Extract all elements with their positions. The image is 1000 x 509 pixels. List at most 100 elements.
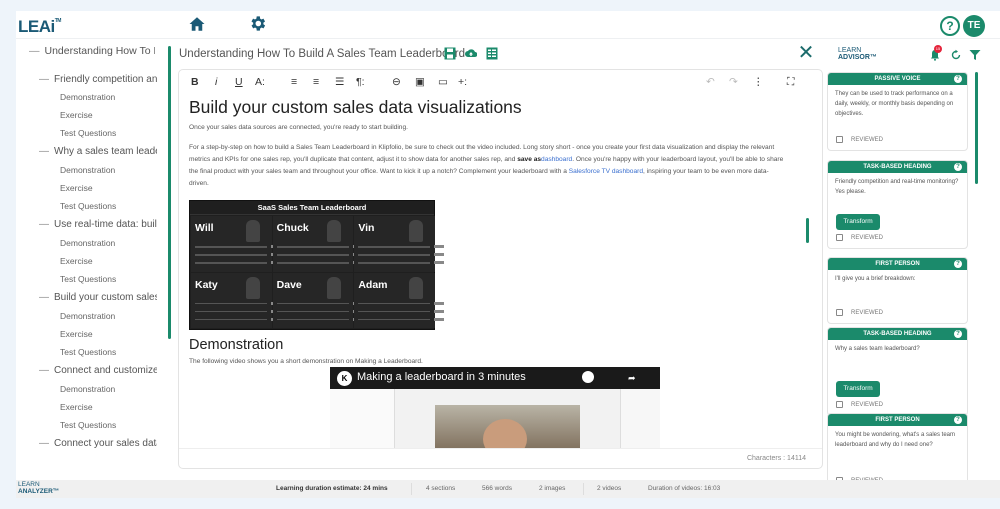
- italic-button[interactable]: i: [215, 74, 217, 90]
- help-icon[interactable]: ?: [954, 330, 962, 338]
- outline-subitem[interactable]: Exercise: [60, 329, 160, 339]
- collapse-icon[interactable]: —: [39, 292, 49, 303]
- document-report-icon[interactable]: [486, 47, 498, 60]
- outline-item[interactable]: — Use real-time data: build: [39, 219, 157, 230]
- video-title[interactable]: Making a leaderboard in 3 minutes: [357, 371, 526, 383]
- reviewed-checkbox[interactable]: REVIEWED: [836, 234, 883, 241]
- outline-item[interactable]: — Friendly competition and real-time moni…: [39, 74, 157, 85]
- outline-subitem[interactable]: Exercise: [60, 110, 160, 120]
- video-title-bar: K Making a leaderboard in 3 minutes ➦: [330, 367, 660, 389]
- gear-icon[interactable]: [248, 14, 267, 33]
- font-size-button[interactable]: A:: [255, 74, 265, 90]
- outline-subitem[interactable]: Demonstration: [60, 238, 160, 248]
- leaderboard-image[interactable]: SaaS Sales Team Leaderboard Will Chuck Vin…: [189, 200, 445, 330]
- link-button[interactable]: ⊖: [392, 74, 401, 90]
- checkbox-icon[interactable]: [836, 234, 843, 241]
- undo-button[interactable]: ↶: [706, 74, 715, 90]
- align-center-button[interactable]: ≡: [313, 74, 319, 90]
- user-avatar[interactable]: TE: [963, 15, 985, 37]
- share-icon[interactable]: ➦: [628, 373, 636, 384]
- home-icon[interactable]: [188, 15, 206, 33]
- transform-button[interactable]: Transform: [836, 214, 880, 230]
- watch-later-icon[interactable]: [582, 371, 594, 383]
- filter-icon[interactable]: [969, 49, 981, 61]
- reviewed-checkbox[interactable]: REVIEWED: [836, 136, 883, 143]
- metric-bar: [276, 301, 363, 304]
- outline-subitem[interactable]: Exercise: [60, 402, 160, 412]
- advisor-card-text: They can be used to track performance on…: [835, 91, 954, 117]
- outline-item-label: Why a sales team leaderboard: [54, 146, 157, 157]
- outline-subitem[interactable]: Test Questions: [60, 420, 160, 430]
- save-icon[interactable]: [444, 47, 456, 60]
- outline-item[interactable]: — Build your custom sales data visualizat…: [39, 292, 157, 303]
- outline-subitem[interactable]: Test Questions: [60, 128, 160, 138]
- leai-logo[interactable]: LEAiTM: [18, 17, 61, 37]
- help-icon[interactable]: ?: [954, 75, 962, 83]
- outline-item[interactable]: — Connect and customize: [39, 365, 157, 376]
- outline-subitem[interactable]: Test Questions: [60, 347, 160, 357]
- collapse-icon[interactable]: —: [39, 365, 49, 376]
- editor-scrollbar[interactable]: [806, 218, 809, 243]
- list-button[interactable]: ☰: [335, 74, 344, 90]
- checkbox-icon[interactable]: [836, 401, 843, 408]
- leaderboard-person-name: Will: [195, 222, 214, 234]
- videos-count: 2 videos: [597, 485, 622, 492]
- bold-button[interactable]: B: [191, 74, 199, 90]
- insert-more-button[interactable]: +:: [458, 74, 467, 90]
- reviewed-checkbox[interactable]: REVIEWED: [836, 401, 883, 408]
- paragraph-button[interactable]: ¶:: [356, 74, 365, 90]
- collapse-icon[interactable]: —: [39, 146, 49, 157]
- collapse-icon[interactable]: —: [29, 45, 40, 57]
- outline-subitem[interactable]: Demonstration: [60, 384, 160, 394]
- refresh-icon[interactable]: [950, 49, 962, 61]
- salesforce-tv-dashboard-link[interactable]: Salesforce TV dashboard: [569, 168, 643, 175]
- demonstration-heading: Demonstration: [189, 337, 284, 353]
- transform-button[interactable]: Transform: [836, 381, 880, 397]
- dashboard-link[interactable]: dashboard: [541, 156, 572, 163]
- align-left-button[interactable]: ≡: [291, 74, 297, 90]
- checkbox-icon[interactable]: [836, 309, 843, 316]
- person-photo: [245, 220, 260, 242]
- outline-item[interactable]: — Why a sales team leaderboard: [39, 146, 157, 157]
- more-options-button[interactable]: ⋮: [753, 74, 764, 90]
- reviewed-checkbox[interactable]: REVIEWED: [836, 309, 883, 316]
- rich-text-editor[interactable]: B i U A: ≡ ≡ ☰ ¶: ⊖ ▣ ▭ +: ↶ ↷ ⋮ ⛶ Build…: [178, 69, 823, 469]
- channel-logo: K: [337, 371, 352, 386]
- embedded-video[interactable]: K Making a leaderboard in 3 minutes ➦: [330, 367, 660, 449]
- leaderboard-person-name: Dave: [276, 278, 302, 291]
- outline-subitem[interactable]: Exercise: [60, 256, 160, 266]
- leaderboard-person-name: Vin: [358, 222, 375, 234]
- close-document-button[interactable]: ✕: [797, 43, 815, 63]
- outline-subitem[interactable]: Exercise: [60, 183, 160, 193]
- images-count: 2 images: [539, 485, 566, 492]
- outline-subitem[interactable]: Test Questions: [60, 201, 160, 211]
- fullscreen-button[interactable]: ⛶: [787, 74, 794, 90]
- outline-item-label: Demonstration: [60, 311, 116, 321]
- advisor-scrollbar[interactable]: [975, 72, 978, 184]
- outline-scrollbar[interactable]: [168, 46, 171, 339]
- editor-content[interactable]: Build your custom sales data visualizati…: [189, 94, 814, 449]
- outline-subitem[interactable]: Demonstration: [60, 311, 160, 321]
- outline-item[interactable]: — Connect your sales data: [39, 438, 157, 449]
- body-paragraph: For a step-by-step on how to build a Sal…: [189, 142, 784, 190]
- collapse-icon[interactable]: —: [39, 438, 49, 449]
- outline-subitem[interactable]: Demonstration: [60, 165, 160, 175]
- insert-video-button[interactable]: ▭: [438, 74, 448, 90]
- collapse-icon[interactable]: —: [39, 74, 49, 85]
- outline-subitem[interactable]: Test Questions: [60, 274, 160, 284]
- help-icon[interactable]: ?: [954, 163, 962, 171]
- collapse-icon[interactable]: —: [39, 219, 49, 230]
- cloud-upload-icon[interactable]: [465, 47, 477, 60]
- underline-button[interactable]: U: [235, 74, 243, 90]
- metric-bar: [358, 301, 445, 304]
- insert-image-button[interactable]: ▣: [415, 74, 425, 90]
- checkbox-icon[interactable]: [836, 136, 843, 143]
- outline-subitem[interactable]: Demonstration: [60, 92, 160, 102]
- help-button[interactable]: ?: [940, 16, 960, 36]
- redo-button[interactable]: ↷: [729, 74, 738, 90]
- outline-item[interactable]: — Understanding How To Build A Sales Team…: [29, 45, 155, 57]
- footer-separator: [583, 483, 584, 495]
- metric-bar: [358, 253, 445, 256]
- help-icon[interactable]: ?: [954, 260, 962, 268]
- help-icon[interactable]: ?: [954, 416, 962, 424]
